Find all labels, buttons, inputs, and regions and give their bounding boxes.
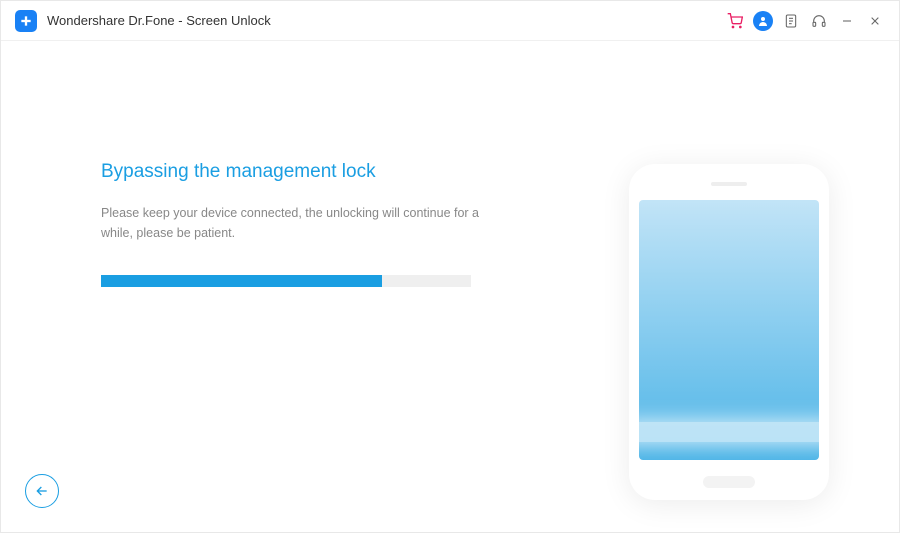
user-button[interactable] (749, 7, 777, 35)
right-panel (629, 41, 899, 532)
cart-button[interactable] (721, 7, 749, 35)
phone-screen (639, 200, 819, 460)
page-heading: Bypassing the management lock (101, 161, 589, 183)
phone-illustration (629, 164, 829, 500)
phone-speaker (711, 182, 747, 186)
headphones-icon (811, 13, 827, 29)
scan-line (639, 422, 819, 442)
left-panel: Bypassing the management lock Please kee… (1, 41, 629, 532)
content-area: Bypassing the management lock Please kee… (1, 41, 899, 532)
close-button[interactable] (861, 7, 889, 35)
support-button[interactable] (805, 7, 833, 35)
document-icon (783, 13, 799, 29)
cart-icon (727, 13, 743, 29)
phone-home-button (703, 476, 755, 488)
minimize-icon (839, 13, 855, 29)
user-icon (757, 15, 769, 27)
progress-bar (101, 275, 471, 287)
back-button[interactable] (25, 474, 59, 508)
page-subtext: Please keep your device connected, the u… (101, 203, 501, 243)
feedback-button[interactable] (777, 7, 805, 35)
titlebar: Wondershare Dr.Fone - Screen Unlock (1, 1, 899, 41)
plus-icon (19, 14, 33, 28)
arrow-left-icon (34, 483, 50, 499)
app-logo (15, 10, 37, 32)
app-window: Wondershare Dr.Fone - Screen Unlock (0, 0, 900, 533)
minimize-button[interactable] (833, 7, 861, 35)
window-title: Wondershare Dr.Fone - Screen Unlock (47, 13, 271, 28)
progress-fill (101, 275, 382, 287)
close-icon (867, 13, 883, 29)
